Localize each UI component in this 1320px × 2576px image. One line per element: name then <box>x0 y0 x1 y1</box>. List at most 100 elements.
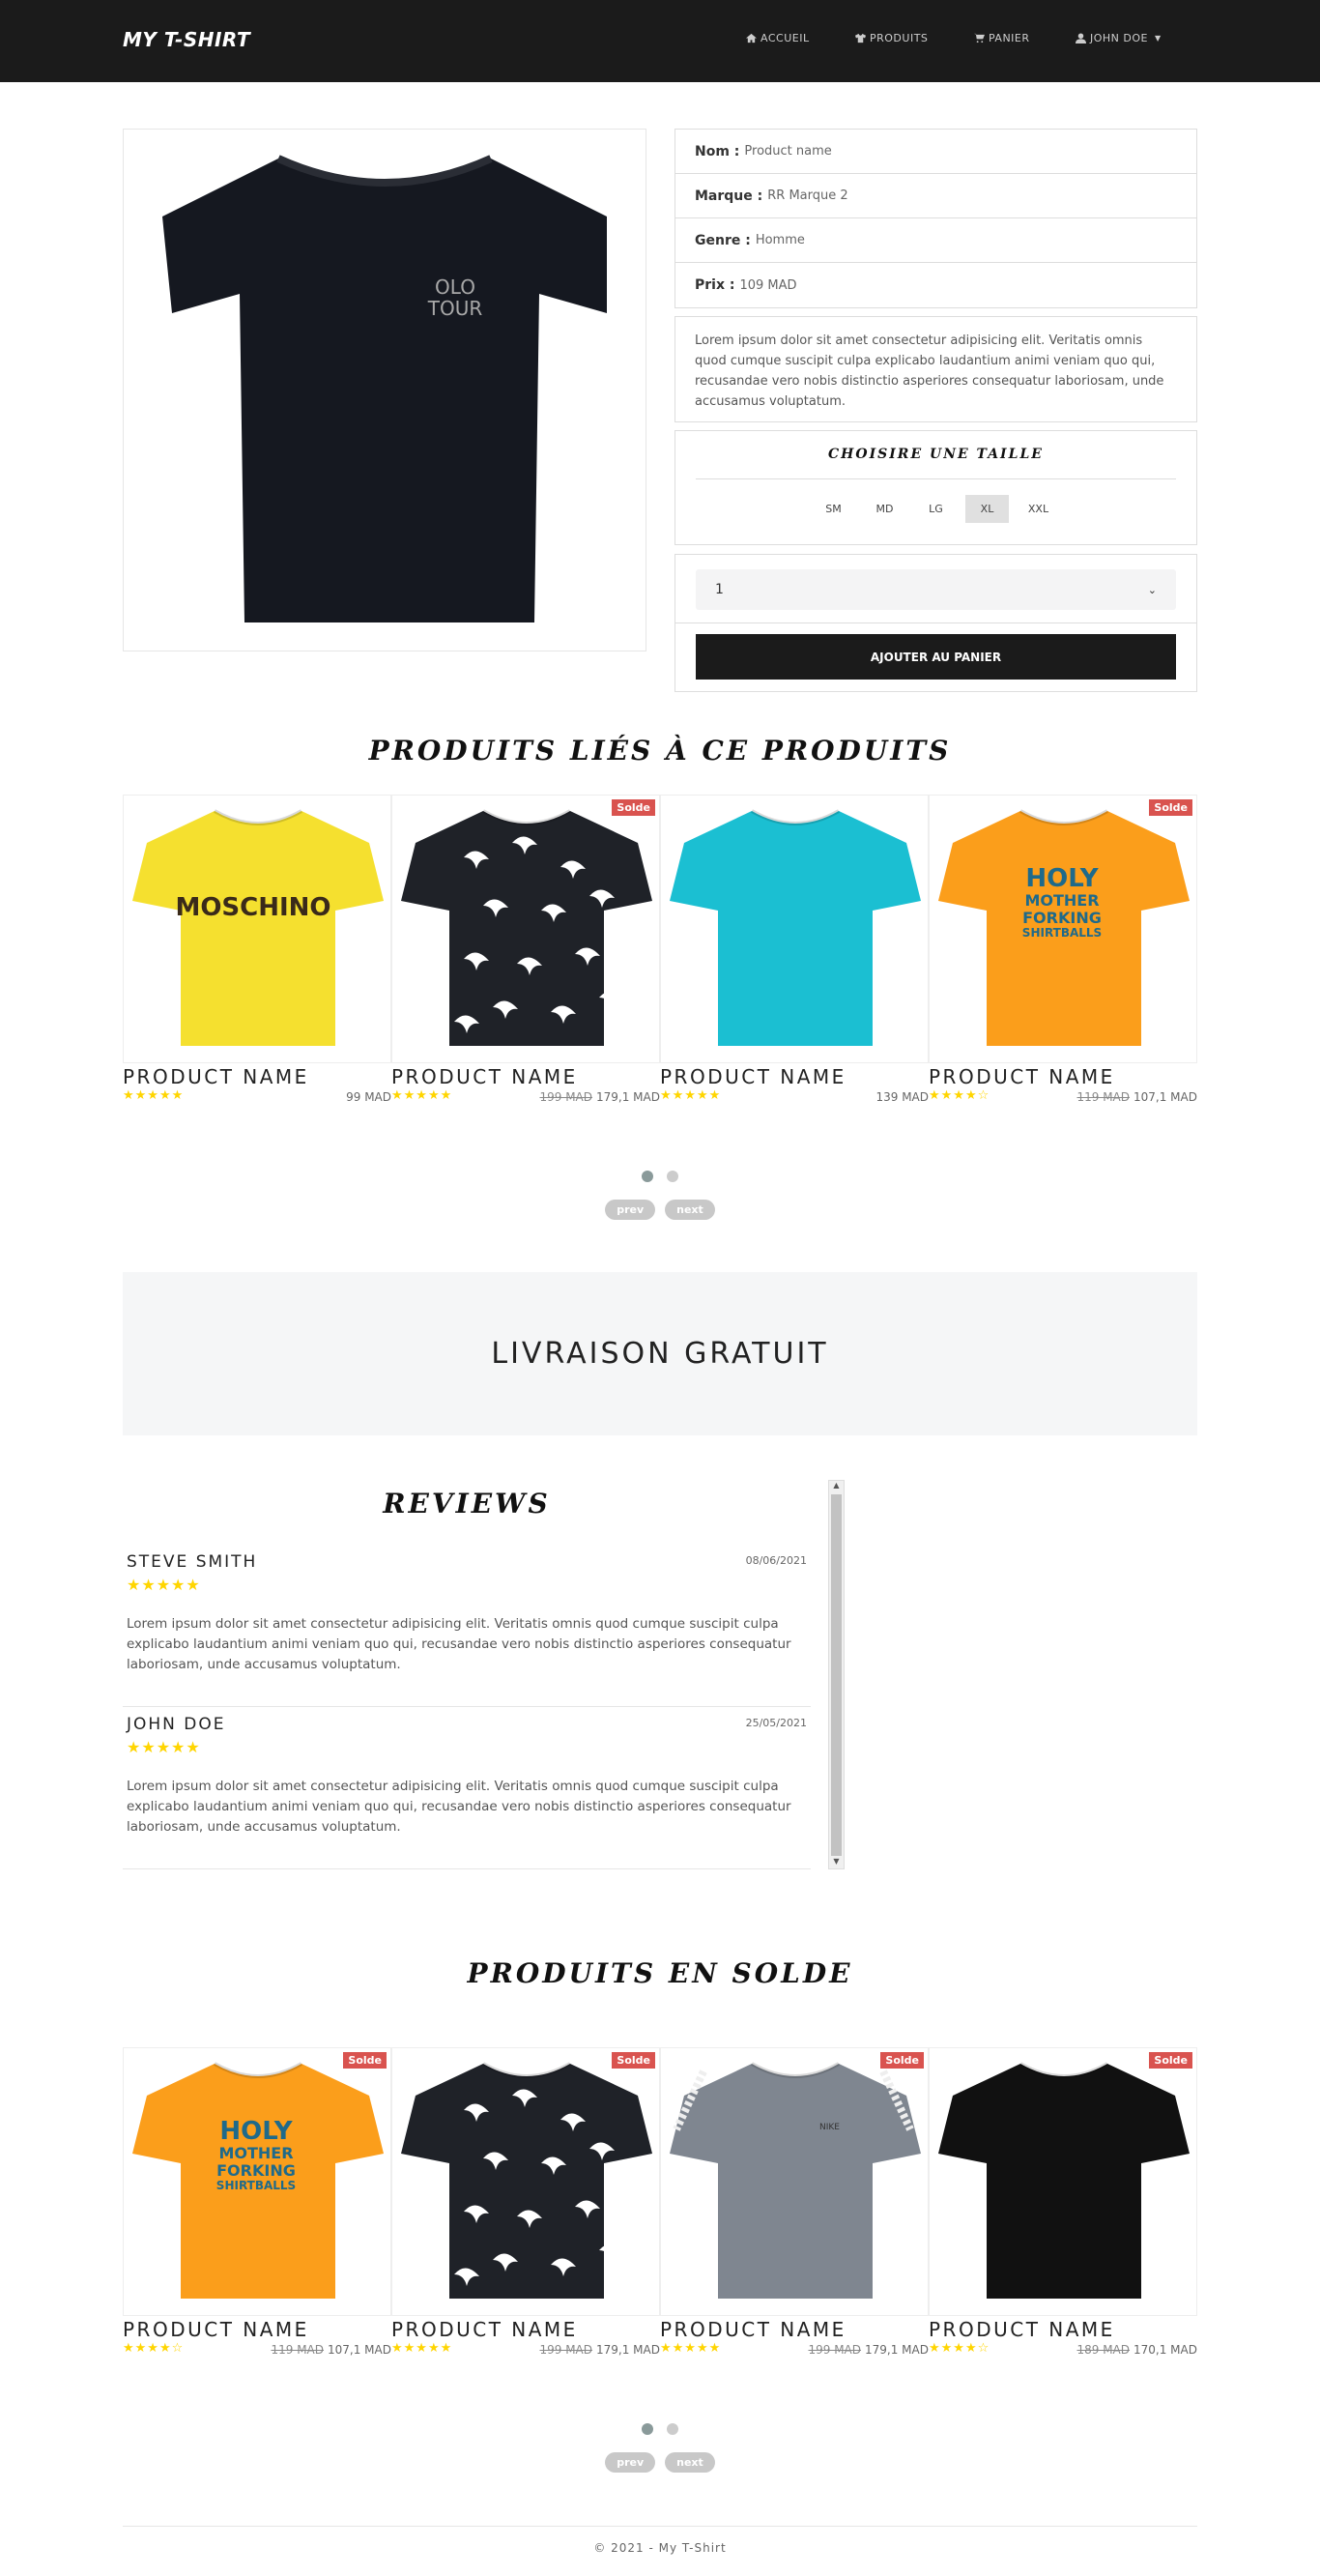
size-title: CHOISIRE UNE TAILLE <box>828 447 1044 462</box>
info-nom: Nom : Product name <box>675 130 1196 174</box>
svg-text:MOTHER: MOTHER <box>1024 891 1099 910</box>
next-button[interactable]: next <box>665 1200 715 1220</box>
reviews-panel: REVIEWS STEVE SMITH 08/06/2021 ★★★★★ Lor… <box>123 1480 845 1869</box>
chevron-down-icon: ⌄ <box>1147 583 1157 596</box>
old-price: 189 MAD <box>1076 2343 1131 2357</box>
current-price: 179,1 MAD <box>865 2343 929 2357</box>
product-card-price: 199 MAD 179,1 MAD <box>808 2343 929 2357</box>
nav-produits[interactable]: PRODUITS <box>855 32 928 44</box>
carousel-dot[interactable] <box>667 1171 678 1182</box>
svg-text:MOSCHINO: MOSCHINO <box>175 893 330 922</box>
product-card-price: 139 MAD <box>875 1090 929 1104</box>
svg-text:HOLY: HOLY <box>219 2117 293 2146</box>
product-info-table: Nom : Product name Marque : RR Marque 2 Ge… <box>674 129 1197 308</box>
product-card-name[interactable]: PRODUCT NAME <box>123 2318 309 2341</box>
product-card-name[interactable]: PRODUCT NAME <box>929 1065 1115 1088</box>
product-card-rating: ★★★★★ <box>123 1088 185 1103</box>
carousel-dot[interactable] <box>667 2423 678 2435</box>
prev-button[interactable]: prev <box>605 1200 656 1220</box>
next-button[interactable]: next <box>665 2452 715 2473</box>
review-date: 08/06/2021 <box>745 1554 807 1567</box>
product-card-rating: ★★★★★ <box>391 1088 453 1103</box>
review-rating: ★★★★★ <box>127 1576 201 1594</box>
size-xxl[interactable]: XXL <box>1017 495 1060 523</box>
product-card-name[interactable]: PRODUCT NAME <box>391 2318 578 2341</box>
divider <box>696 478 1176 479</box>
product-description: Lorem ipsum dolor sit amet consectetur a… <box>674 316 1197 422</box>
review-rating: ★★★★★ <box>127 1738 201 1756</box>
size-md[interactable]: MD <box>863 495 906 523</box>
sale-badge: Solde <box>1149 799 1192 816</box>
sale-badge: Solde <box>880 2052 924 2069</box>
svg-text:FORKING: FORKING <box>1022 909 1102 927</box>
nav-panier[interactable]: PANIER <box>974 32 1030 44</box>
carousel-dot[interactable] <box>642 1171 653 1182</box>
prev-button[interactable]: prev <box>605 2452 656 2473</box>
product-card-rating: ★★★★★ <box>391 2341 453 2356</box>
current-price: 179,1 MAD <box>596 1090 660 1104</box>
review-item: JOHN DOE 25/05/2021 ★★★★★ Lorem ipsum do… <box>123 1715 811 1869</box>
product-card-image[interactable]: HOLY MOTHER FORKING SHIRTBALLS Solde <box>123 2047 391 2316</box>
info-marque: Marque : RR Marque 2 <box>675 174 1196 218</box>
product-card-image[interactable]: Solde <box>391 2047 660 2316</box>
carousel-dot[interactable] <box>642 2423 653 2435</box>
old-price: 119 MAD <box>1076 1090 1131 1104</box>
current-price: 99 MAD <box>346 1090 391 1104</box>
svg-text:SHIRTBALLS: SHIRTBALLS <box>1022 926 1102 940</box>
navbar: MY T-SHIRT ACCUEIL PRODUITS PANIER JOHN … <box>0 0 1320 82</box>
product-card-image[interactable]: MOSCHINO <box>123 795 391 1063</box>
product-card-image[interactable]: Solde <box>929 2047 1197 2316</box>
sale-pager: prev next <box>0 2452 1320 2473</box>
scroll-up-icon[interactable]: ▲ <box>829 1481 844 1492</box>
info-genre: Genre : Homme <box>675 218 1196 263</box>
product-card-price: 119 MAD 107,1 MAD <box>271 2343 391 2357</box>
cart-icon <box>974 33 985 43</box>
sale-badge: Solde <box>1149 2052 1192 2069</box>
product-card-price: 199 MAD 179,1 MAD <box>539 1090 660 1104</box>
product-card-name[interactable]: PRODUCT NAME <box>660 1065 847 1088</box>
related-pager: prev next <box>0 1200 1320 1220</box>
product-card-image[interactable]: HOLY MOTHER FORKING SHIRTBALLS Solde <box>929 795 1197 1063</box>
old-price: 199 MAD <box>539 1090 593 1104</box>
current-price: 139 MAD <box>875 1090 929 1104</box>
product-card-rating: ★★★★★ <box>660 2341 722 2356</box>
product-card-rating: ★★★★☆ <box>123 2341 185 2356</box>
product-card-image[interactable]: NIKE Solde <box>660 2047 929 2316</box>
add-to-cart-button[interactable]: AJOUTER AU PANIER <box>696 634 1176 680</box>
review-author: STEVE SMITH <box>127 1552 258 1572</box>
reviews-scrollbar[interactable]: ▲ ▼ <box>828 1480 845 1869</box>
scroll-down-icon[interactable]: ▼ <box>829 1857 844 1868</box>
brand-logo[interactable]: MY T-SHIRT <box>123 28 250 51</box>
product-card-image[interactable]: Solde <box>391 795 660 1063</box>
product-card-price: 119 MAD 107,1 MAD <box>1076 1090 1197 1104</box>
quantity-select[interactable]: 1 ⌄ <box>696 569 1176 610</box>
product-card-price: 99 MAD <box>346 1090 391 1104</box>
user-icon <box>1076 33 1086 43</box>
svg-text:MOTHER: MOTHER <box>218 2144 293 2162</box>
footer: © 2021 - My T-Shirt <box>123 2526 1197 2555</box>
size-sm[interactable]: SM <box>812 495 855 523</box>
product-card-name[interactable]: PRODUCT NAME <box>660 2318 847 2341</box>
nav-accueil[interactable]: ACCUEIL <box>746 32 810 44</box>
image-print-line2: TOUR <box>427 297 483 320</box>
product-image: OLO TOUR <box>143 149 626 632</box>
product-card-name[interactable]: PRODUCT NAME <box>391 1065 578 1088</box>
divider <box>675 622 1196 623</box>
product-card-name[interactable]: PRODUCT NAME <box>123 1065 309 1088</box>
nav-user-dropdown[interactable]: JOHN DOE ▼ <box>1076 32 1162 44</box>
current-price: 179,1 MAD <box>596 2343 660 2357</box>
product-card-rating: ★★★★☆ <box>929 1088 990 1103</box>
scroll-thumb[interactable] <box>831 1494 842 1856</box>
product-image-box: OLO TOUR <box>123 129 646 651</box>
product-card-price: 189 MAD 170,1 MAD <box>1076 2343 1197 2357</box>
reviews-title: REVIEWS <box>383 1488 551 1520</box>
product-card-price: 199 MAD 179,1 MAD <box>539 2343 660 2357</box>
review-author: JOHN DOE <box>127 1715 226 1734</box>
svg-text:NIKE: NIKE <box>819 2123 840 2132</box>
size-xl[interactable]: XL <box>965 495 1009 523</box>
related-title: PRODUITS LIÉS À CE PRODUITS <box>368 735 952 767</box>
product-card-name[interactable]: PRODUCT NAME <box>929 2318 1115 2341</box>
size-lg[interactable]: LG <box>914 495 958 523</box>
sale-badge: Solde <box>343 2052 387 2069</box>
product-card-image[interactable] <box>660 795 929 1063</box>
